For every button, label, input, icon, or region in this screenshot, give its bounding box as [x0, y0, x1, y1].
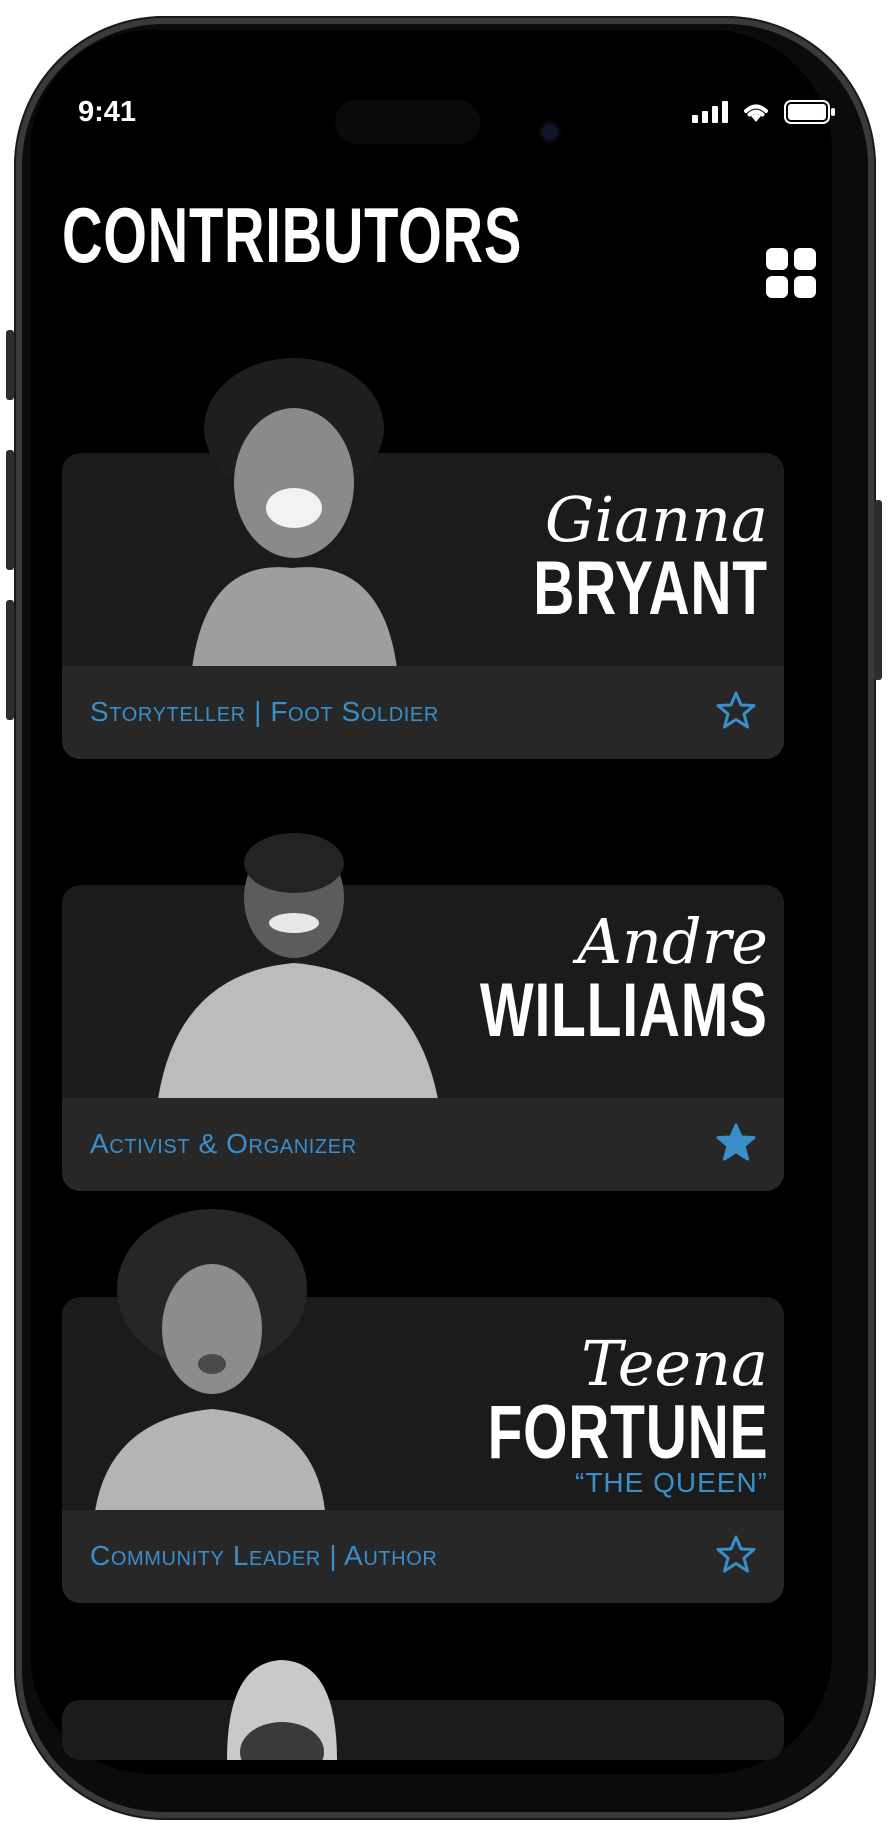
volume-down-button — [6, 600, 14, 720]
grid-cell — [794, 248, 816, 270]
star-outline-icon[interactable] — [716, 690, 756, 730]
star-filled-icon[interactable] — [716, 1122, 756, 1162]
contributor-role: Community Leader | Author — [90, 1540, 438, 1571]
status-icons — [692, 100, 836, 124]
grid-cell — [766, 248, 788, 270]
contributor-photo — [192, 358, 397, 668]
contributor-card[interactable]: Andre WILLIAMS Activist & Organizer — [62, 833, 784, 1191]
contributor-last-name: BRYANT — [533, 546, 768, 631]
contributor-role: Activist & Organizer — [90, 1128, 357, 1159]
contributor-photo — [227, 1660, 337, 1760]
contributor-last-name: FORTUNE — [487, 1390, 768, 1475]
contributor-card-partial[interactable] — [62, 1660, 784, 1760]
card-footer: Community Leader | Author — [62, 1510, 784, 1603]
contributor-last-name: WILLIAMS — [480, 968, 768, 1053]
front-camera — [542, 124, 558, 140]
status-time: 9:41 — [78, 96, 137, 128]
power-button — [874, 500, 882, 680]
dynamic-island — [335, 100, 480, 144]
contributor-nickname: “THE QUEEN” — [575, 1467, 768, 1498]
silent-switch — [6, 330, 14, 400]
volume-up-button — [6, 450, 14, 570]
card-footer: Activist & Organizer — [62, 1098, 784, 1191]
contributor-role: Storyteller | Foot Soldier — [90, 696, 439, 727]
battery-icon — [784, 100, 835, 124]
contributor-photo — [158, 833, 438, 1099]
page-title: CONTRIBUTORS — [62, 191, 523, 279]
star-outline-icon[interactable] — [716, 1534, 756, 1574]
contributor-card[interactable]: Teena FORTUNE “THE QUEEN” Community Lead… — [62, 1209, 784, 1603]
signal-icon — [692, 101, 728, 123]
card-footer: Storyteller | Foot Soldier — [62, 666, 784, 759]
grid-view-icon[interactable] — [766, 248, 816, 298]
grid-cell — [766, 276, 788, 298]
grid-cell — [794, 276, 816, 298]
contributor-photo — [95, 1209, 325, 1511]
wifi-icon — [744, 104, 768, 122]
contributor-card[interactable]: Gianna BRYANT Storyteller | Foot Soldier — [62, 358, 784, 759]
